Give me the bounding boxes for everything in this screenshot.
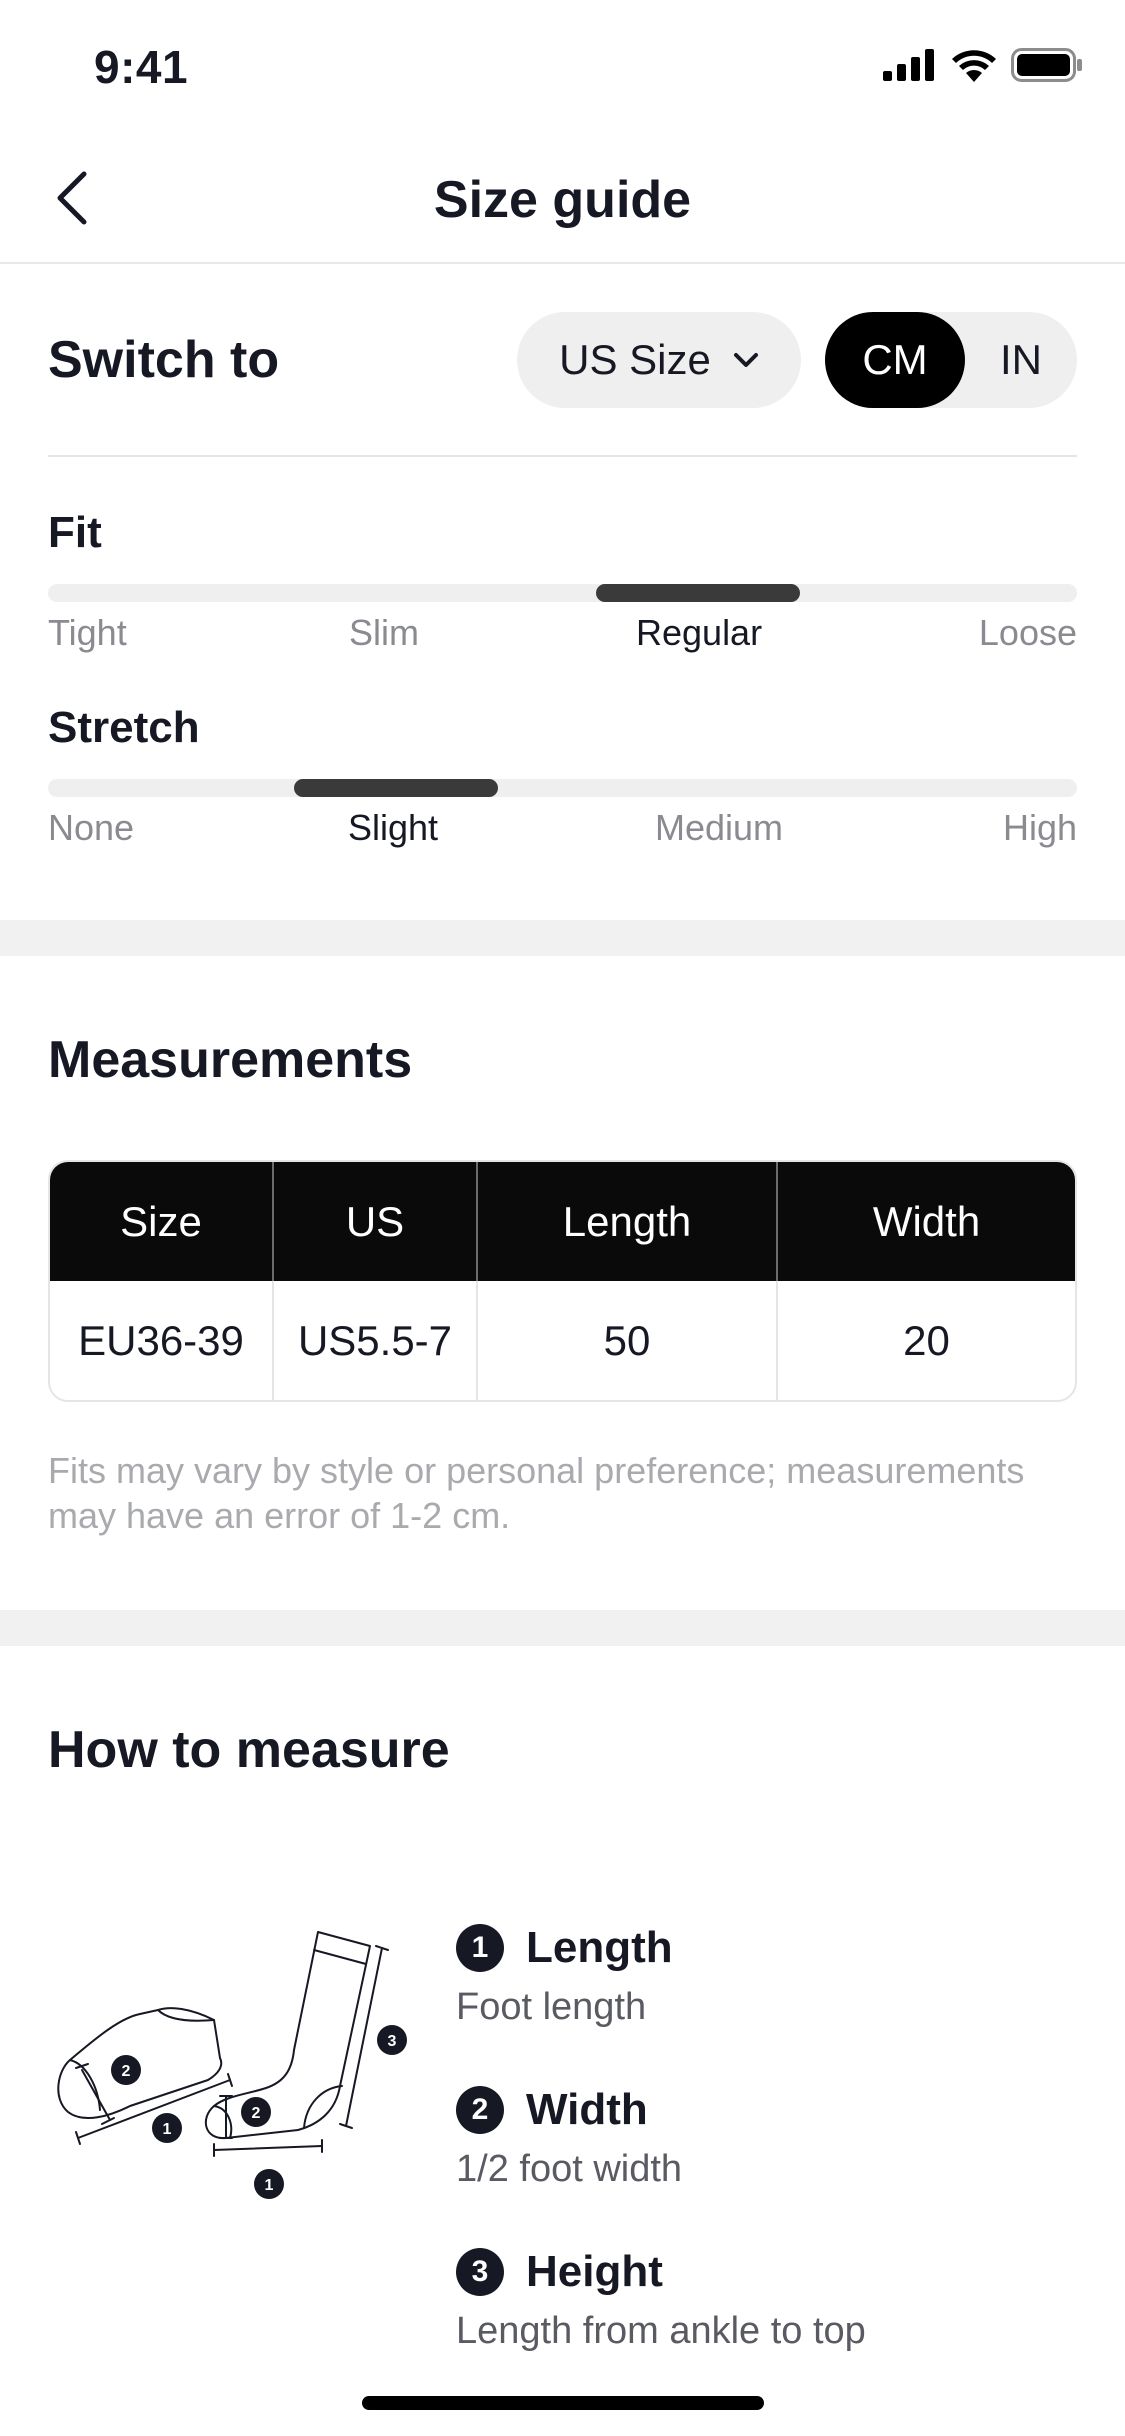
section-separator xyxy=(0,920,1125,956)
measurements-title: Measurements xyxy=(48,1031,413,1089)
status-time: 9:41 xyxy=(94,41,189,93)
table-header-cell: Size xyxy=(50,1162,274,1281)
chevron-down-icon xyxy=(733,353,758,367)
table-cell: 50 xyxy=(478,1281,778,1400)
divider xyxy=(48,455,1077,457)
fit-option-loose: Loose xyxy=(978,612,1077,653)
battery-icon xyxy=(1011,48,1082,82)
fit-option-regular: Regular xyxy=(636,612,763,653)
stretch-track xyxy=(48,779,1077,797)
number-badge: 2 xyxy=(456,2086,504,2134)
table-header-cell: US xyxy=(274,1162,478,1281)
measure-item-title: Width xyxy=(526,2085,648,2134)
fit-indicator xyxy=(596,584,800,602)
measure-item-width: 2 Width 1/2 foot width xyxy=(456,2082,682,2191)
switch-row: Switch to US Size CM IN xyxy=(48,312,1077,408)
fit-track xyxy=(48,584,1077,602)
svg-text:2: 2 xyxy=(252,2105,261,2122)
signal-icon xyxy=(883,49,934,81)
wifi-icon xyxy=(952,50,996,82)
svg-text:2: 2 xyxy=(122,2063,131,2080)
fit-labels: Tight Slim Regular Loose xyxy=(48,612,1077,662)
table-header-cell: Length xyxy=(478,1162,778,1281)
stretch-title: Stretch xyxy=(48,703,200,752)
size-system-value: US Size xyxy=(559,336,711,383)
measure-item-title: Height xyxy=(526,2247,663,2296)
unit-in-option[interactable]: IN xyxy=(965,312,1077,408)
status-bar: 9:41 xyxy=(0,0,1125,132)
measure-item-length: 1 Length Foot length xyxy=(456,1920,673,2029)
home-indicator xyxy=(362,2396,764,2410)
how-to-measure-title: How to measure xyxy=(48,1721,450,1779)
stretch-labels: None Slight Medium High xyxy=(48,807,1077,857)
measure-item-description: 1/2 foot width xyxy=(456,2148,683,2190)
measure-item-height: 3 Height Length from ankle to top xyxy=(456,2244,866,2353)
switch-label: Switch to xyxy=(48,331,280,389)
table-row: EU36-39 US5.5-7 50 20 xyxy=(50,1281,1075,1400)
table-header-row: Size US Length Width xyxy=(50,1162,1075,1281)
measurements-table: Size US Length Width EU36-39 US5.5-7 50 … xyxy=(48,1160,1077,1402)
table-cell: EU36-39 xyxy=(50,1281,274,1400)
measure-item-description: Length from ankle to top xyxy=(456,2310,866,2352)
page-title: Size guide xyxy=(433,171,692,229)
table-cell: 20 xyxy=(903,1316,950,1364)
measure-item-title: Length xyxy=(526,1923,673,1972)
table-header-cell: Width xyxy=(872,1197,981,1245)
stretch-option-medium: Medium xyxy=(655,807,784,848)
unit-toggle: CM IN xyxy=(825,312,1077,408)
stretch-option-none: None xyxy=(48,807,135,848)
fit-title: Fit xyxy=(48,508,102,557)
size-system-dropdown[interactable]: US Size xyxy=(517,312,801,408)
fit-option-tight: Tight xyxy=(48,612,127,653)
stretch-indicator xyxy=(294,779,498,797)
svg-text:3: 3 xyxy=(388,2033,397,2050)
svg-text:1: 1 xyxy=(163,2121,172,2138)
sock-diagram-icon: 2 1 3 2 1 xyxy=(57,1931,407,2199)
stretch-option-high: High xyxy=(1002,807,1077,848)
measurement-note: Fits may vary by style or personal prefe… xyxy=(48,1450,1025,1536)
table-cell: US5.5-7 xyxy=(274,1281,478,1400)
number-badge: 3 xyxy=(456,2248,504,2296)
svg-text:1: 1 xyxy=(265,2177,274,2194)
number-badge: 1 xyxy=(456,1924,504,1972)
status-icons xyxy=(883,48,1083,82)
section-separator xyxy=(0,1610,1125,1646)
measure-item-description: Foot length xyxy=(456,1986,647,2028)
unit-cm-option[interactable]: CM xyxy=(825,312,965,408)
nav-header: Size guide xyxy=(0,132,1125,264)
stretch-option-slight: Slight xyxy=(348,807,439,848)
fit-option-slim: Slim xyxy=(349,612,419,653)
